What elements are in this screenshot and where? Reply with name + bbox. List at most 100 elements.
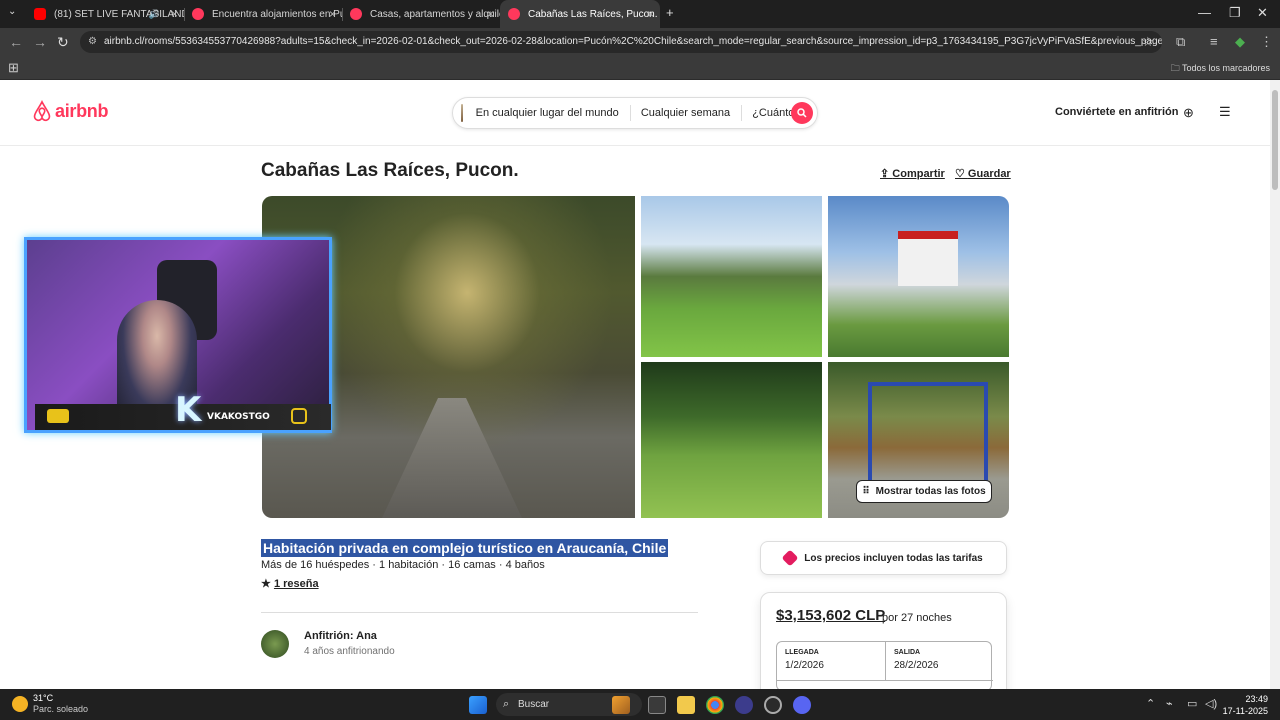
tab-title: Casas, apartamentos y alquileres	[370, 8, 500, 20]
url-input[interactable]: ⚙ airbnb.cl/rooms/553634553770426988?adu…	[80, 31, 1162, 53]
star-icon: ★	[261, 578, 271, 590]
url-text: airbnb.cl/rooms/553634553770426988?adult…	[104, 36, 1162, 47]
nights-count: por 27 noches	[882, 612, 952, 624]
checkout-field[interactable]: SALIDA 28/2/2026	[885, 642, 993, 680]
price-info-banner: Los precios incluyen todas las tarifas	[760, 541, 1007, 575]
bookmark-star-icon[interactable]: ☆	[1142, 34, 1154, 50]
tab-airbnb-listing[interactable]: Cabañas Las Raíces, Pucon. - Airbnb ×	[500, 0, 660, 28]
weather-widget[interactable]: 31°C Parc. soleado	[12, 693, 88, 715]
become-host-link[interactable]: Conviértete en anfitrión	[1055, 106, 1178, 118]
app-icon[interactable]	[735, 696, 753, 714]
file-explorer-icon[interactable]	[677, 696, 695, 714]
airbnb-favicon-icon	[508, 8, 520, 20]
search-highlight-icon[interactable]	[612, 696, 630, 714]
instagram-icon	[291, 408, 307, 424]
total-price[interactable]: $3,153,602 CLP	[776, 607, 885, 624]
scrollbar-thumb[interactable]	[1272, 90, 1278, 190]
listing-subtitle: Habitación privada en complejo turístico…	[261, 539, 669, 557]
address-bar-row: ← → ↻ ⚙ airbnb.cl/rooms/5536345537704269…	[0, 28, 1280, 56]
youtube-icon	[47, 409, 69, 423]
price-info-text: Los precios incluyen todas las tarifas	[804, 552, 983, 564]
price-tag-icon	[781, 549, 799, 567]
world-image-icon	[461, 104, 463, 122]
start-icon[interactable]	[469, 696, 487, 714]
chrome-icon[interactable]	[706, 696, 724, 714]
discord-icon[interactable]	[793, 696, 811, 714]
display-icon[interactable]: ▭	[1187, 697, 1197, 710]
show-all-photos-button[interactable]: ⠿ Mostrar todas las fotos	[856, 480, 992, 503]
checkout-label: SALIDA	[894, 649, 921, 656]
tray-expand-icon[interactable]: ⌃	[1146, 697, 1155, 710]
windows-taskbar: 31°C Parc. soleado ⌕ Buscar ⌃ ⌁ ▭ ◁) 23:…	[0, 689, 1280, 720]
restore-icon[interactable]: ❐	[1229, 5, 1241, 21]
photo-4[interactable]	[641, 362, 822, 518]
weather-temp: 31°C	[33, 693, 54, 703]
photo-2[interactable]	[641, 196, 822, 357]
close-tab-icon[interactable]: ×	[171, 7, 178, 21]
tab-youtube[interactable]: (81) SET LIVE FANTASILAND 🔊 ×	[26, 0, 184, 28]
listing-title: Cabañas Las Raíces, Pucon.	[261, 160, 519, 181]
host-years: 4 años anfitrionando	[304, 646, 395, 657]
hamburger-menu-icon[interactable]: ☰	[1219, 104, 1231, 120]
search-bar[interactable]: En cualquier lugar del mundo Cualquier s…	[452, 97, 818, 129]
share-button[interactable]: ⇪ Compartir	[880, 167, 945, 180]
language-globe-icon[interactable]: ⊕	[1183, 105, 1194, 121]
streamer-handle: VKAKOSTGO	[207, 412, 270, 422]
airbnb-favicon-icon	[192, 8, 204, 20]
task-view-icon[interactable]	[648, 696, 666, 714]
search-icon	[797, 108, 807, 118]
audio-icon[interactable]: 🔊	[149, 9, 160, 20]
bookmarks-bar: ⊞ 🗀 Todos los marcadores	[0, 56, 1280, 80]
review-count[interactable]: 1 reseña	[274, 578, 319, 590]
browser-menu-icon[interactable]: ⋮	[1260, 34, 1273, 50]
media-icon[interactable]: ≡	[1210, 34, 1218, 49]
airbnb-favicon-icon	[350, 8, 362, 20]
minimize-icon[interactable]: —	[1198, 5, 1211, 20]
close-window-icon[interactable]: ✕	[1257, 5, 1268, 21]
new-tab-icon[interactable]: +	[666, 5, 674, 20]
tab-airbnb-houses[interactable]: Casas, apartamentos y alquileres ×	[342, 0, 500, 28]
volume-icon[interactable]: ◁)	[1205, 697, 1217, 710]
page-scrollbar[interactable]	[1270, 80, 1280, 689]
checkout-value: 28/2/2026	[894, 660, 939, 671]
reload-icon[interactable]: ↻	[57, 34, 69, 51]
network-icon[interactable]: ⌁	[1166, 697, 1173, 710]
weather-sun-icon	[12, 696, 28, 712]
close-tab-icon[interactable]: ×	[487, 7, 494, 21]
section-divider	[261, 612, 698, 613]
overlay-logo: K	[175, 390, 202, 430]
checkin-field[interactable]: LLEGADA 1/2/2026	[777, 642, 885, 680]
back-icon[interactable]: ←	[9, 34, 23, 50]
youtube-icon	[34, 8, 46, 20]
apps-grid-icon[interactable]: ⊞	[8, 60, 19, 76]
host-name: Anfitrión: Ana	[304, 630, 377, 642]
tab-title: Cabañas Las Raíces, Pucon. - Airbnb	[528, 8, 660, 20]
obs-icon[interactable]	[764, 696, 782, 714]
webcam-overlay: K VKAKOSTGO	[24, 237, 332, 433]
host-avatar[interactable]	[261, 630, 289, 658]
taskbar-search-label: Buscar	[518, 699, 550, 710]
tab-search-icon[interactable]: ⌄	[8, 6, 16, 17]
site-info-icon[interactable]: ⚙	[88, 31, 97, 53]
forward-icon[interactable]: →	[33, 34, 47, 50]
airbnb-logo[interactable]: airbnb	[31, 100, 109, 122]
clock-date: 17-11-2025	[1222, 706, 1268, 716]
tab-title: (81) SET LIVE FANTASILAND	[54, 8, 184, 20]
search-when[interactable]: Cualquier semana	[630, 107, 741, 119]
tab-airbnb-search[interactable]: Encuentra alojamientos en Pucón ×	[184, 0, 342, 28]
all-bookmarks[interactable]: 🗀 Todos los marcadores	[1171, 61, 1270, 77]
close-tab-icon[interactable]: ×	[647, 7, 654, 21]
photo-3[interactable]	[828, 196, 1009, 357]
search-where[interactable]: En cualquier lugar del mundo	[465, 107, 630, 119]
search-button[interactable]	[791, 102, 813, 124]
extensions-icon[interactable]: ⧉	[1176, 34, 1185, 50]
close-tab-icon[interactable]: ×	[329, 7, 336, 21]
search-icon: ⌕	[503, 698, 510, 710]
review-link[interactable]: ★ 1 reseña	[261, 577, 319, 590]
profile-icon[interactable]: ◆	[1235, 34, 1245, 50]
checkin-label: LLEGADA	[785, 649, 819, 656]
save-button[interactable]: ♡ Guardar	[955, 167, 1011, 180]
date-picker[interactable]: LLEGADA 1/2/2026 SALIDA 28/2/2026	[776, 641, 993, 689]
system-clock[interactable]: 23:49 17-11-2025	[1223, 693, 1268, 717]
airbnb-logo-icon	[33, 100, 51, 122]
